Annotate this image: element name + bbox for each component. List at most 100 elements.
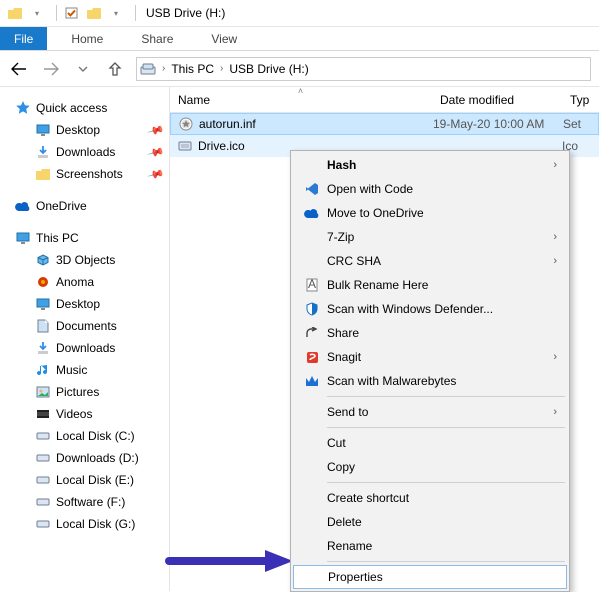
tree-desktop[interactable]: Desktop📌 xyxy=(0,119,169,141)
tree-anoma[interactable]: Anoma xyxy=(0,271,169,293)
col-label: Date modified xyxy=(440,93,514,107)
menu-delete[interactable]: Delete xyxy=(293,510,567,534)
tree-label: Downloads xyxy=(56,145,115,159)
recent-locations-button[interactable] xyxy=(72,58,94,80)
tree-label: Documents xyxy=(56,319,117,333)
tree-quick-access[interactable]: Quick access xyxy=(0,97,169,119)
drive-icon xyxy=(34,516,52,532)
menu-defender[interactable]: Scan with Windows Defender... xyxy=(293,297,567,321)
tree-this-pc[interactable]: This PC xyxy=(0,227,169,249)
qat-dropdown-icon[interactable]: ▾ xyxy=(28,5,46,21)
tree-3d-objects[interactable]: 3D Objects xyxy=(0,249,169,271)
tree-screenshots[interactable]: Screenshots📌 xyxy=(0,163,169,185)
col-name[interactable]: ˄ Name xyxy=(170,87,432,112)
tree-onedrive[interactable]: OneDrive xyxy=(0,195,169,217)
tree-disk-c[interactable]: Local Disk (C:) xyxy=(0,425,169,447)
tree-downloads[interactable]: Downloads📌 xyxy=(0,141,169,163)
menu-hash[interactable]: Hash › xyxy=(293,153,567,177)
snagit-icon xyxy=(301,348,323,366)
tree-downloads2[interactable]: Downloads xyxy=(0,337,169,359)
menu-separator xyxy=(327,482,565,483)
blank-icon xyxy=(301,228,323,246)
menu-send-to[interactable]: Send to › xyxy=(293,400,567,424)
crumb-drive[interactable]: USB Drive (H:) xyxy=(229,62,308,76)
chevron-right-icon[interactable]: › xyxy=(218,63,225,74)
inf-file-icon xyxy=(177,116,195,132)
forward-button[interactable] xyxy=(40,58,62,80)
tree-disk-d[interactable]: Downloads (D:) xyxy=(0,447,169,469)
tab-view[interactable]: View xyxy=(197,27,251,50)
back-button[interactable] xyxy=(8,58,30,80)
chevron-right-icon: › xyxy=(553,255,557,267)
tab-file[interactable]: File xyxy=(0,27,47,50)
folder-glyph-icon xyxy=(6,5,24,21)
col-label: Typ xyxy=(570,93,589,107)
tree-documents[interactable]: Documents xyxy=(0,315,169,337)
file-row[interactable]: autorun.inf 19-May-20 10:00 AM Set xyxy=(170,113,599,135)
tree-label: Desktop xyxy=(56,297,100,311)
chevron-right-icon: › xyxy=(553,231,557,243)
blank-icon xyxy=(301,458,323,476)
tree-label: Local Disk (C:) xyxy=(56,429,135,443)
menu-open-code[interactable]: Open with Code xyxy=(293,177,567,201)
column-header: ˄ Name Date modified Typ xyxy=(170,87,599,113)
menu-crc[interactable]: CRC SHA › xyxy=(293,249,567,273)
cloud-icon xyxy=(14,198,32,214)
tree-disk-f[interactable]: Software (F:) xyxy=(0,491,169,513)
folder-qat-icon[interactable] xyxy=(85,5,103,21)
menu-7zip[interactable]: 7-Zip › xyxy=(293,225,567,249)
menu-onedrive[interactable]: Move to OneDrive xyxy=(293,201,567,225)
tree-disk-g[interactable]: Local Disk (G:) xyxy=(0,513,169,535)
cube-icon xyxy=(34,252,52,268)
file-name: autorun.inf xyxy=(199,117,256,131)
chevron-right-icon[interactable]: › xyxy=(160,63,167,74)
drive-icon xyxy=(34,494,52,510)
tree-pictures[interactable]: Pictures xyxy=(0,381,169,403)
menu-malwarebytes[interactable]: Scan with Malwarebytes xyxy=(293,369,567,393)
col-type[interactable]: Typ xyxy=(562,87,599,112)
tree-label: Software (F:) xyxy=(56,495,125,509)
tree-label: Desktop xyxy=(56,123,100,137)
drive-icon xyxy=(34,450,52,466)
menu-separator xyxy=(327,427,565,428)
shield-icon xyxy=(301,300,323,318)
download-icon xyxy=(34,144,52,160)
check-icon[interactable] xyxy=(63,5,81,21)
tree-label: Local Disk (E:) xyxy=(56,473,134,487)
malwarebytes-icon xyxy=(301,372,323,390)
menu-snagit[interactable]: Snagit › xyxy=(293,345,567,369)
tree-label: 3D Objects xyxy=(56,253,115,267)
qat-customize-icon[interactable]: ▾ xyxy=(107,5,125,21)
navigation-pane[interactable]: Quick access Desktop📌 Downloads📌 Screens… xyxy=(0,87,170,591)
col-label: Name xyxy=(178,93,210,107)
tab-share[interactable]: Share xyxy=(127,27,187,50)
tree-label: Downloads xyxy=(56,341,115,355)
menu-create-shortcut[interactable]: Create shortcut xyxy=(293,486,567,510)
col-date[interactable]: Date modified xyxy=(432,87,562,112)
up-button[interactable] xyxy=(104,58,126,80)
menu-properties[interactable]: Properties xyxy=(293,565,567,589)
menu-separator xyxy=(327,396,565,397)
address-bar[interactable]: › This PC › USB Drive (H:) xyxy=(136,57,591,81)
menu-bulk-rename[interactable]: A Bulk Rename Here xyxy=(293,273,567,297)
menu-rename[interactable]: Rename xyxy=(293,534,567,558)
music-icon xyxy=(34,362,52,378)
drive-icon xyxy=(140,61,156,77)
tree-desktop2[interactable]: Desktop xyxy=(0,293,169,315)
star-icon xyxy=(14,100,32,116)
tree-videos[interactable]: Videos xyxy=(0,403,169,425)
tree-label: Screenshots xyxy=(56,167,123,181)
crumb-thispc[interactable]: This PC xyxy=(171,62,214,76)
menu-share[interactable]: Share xyxy=(293,321,567,345)
tree-label: This PC xyxy=(36,231,79,245)
desktop-icon xyxy=(34,122,52,138)
tree-label: OneDrive xyxy=(36,199,87,213)
share-icon xyxy=(301,324,323,342)
tab-home[interactable]: Home xyxy=(57,27,117,50)
tree-music[interactable]: Music xyxy=(0,359,169,381)
menu-cut[interactable]: Cut xyxy=(293,431,567,455)
thispc-icon xyxy=(14,230,32,246)
blank-icon xyxy=(302,568,324,586)
tree-disk-e[interactable]: Local Disk (E:) xyxy=(0,469,169,491)
menu-copy[interactable]: Copy xyxy=(293,455,567,479)
